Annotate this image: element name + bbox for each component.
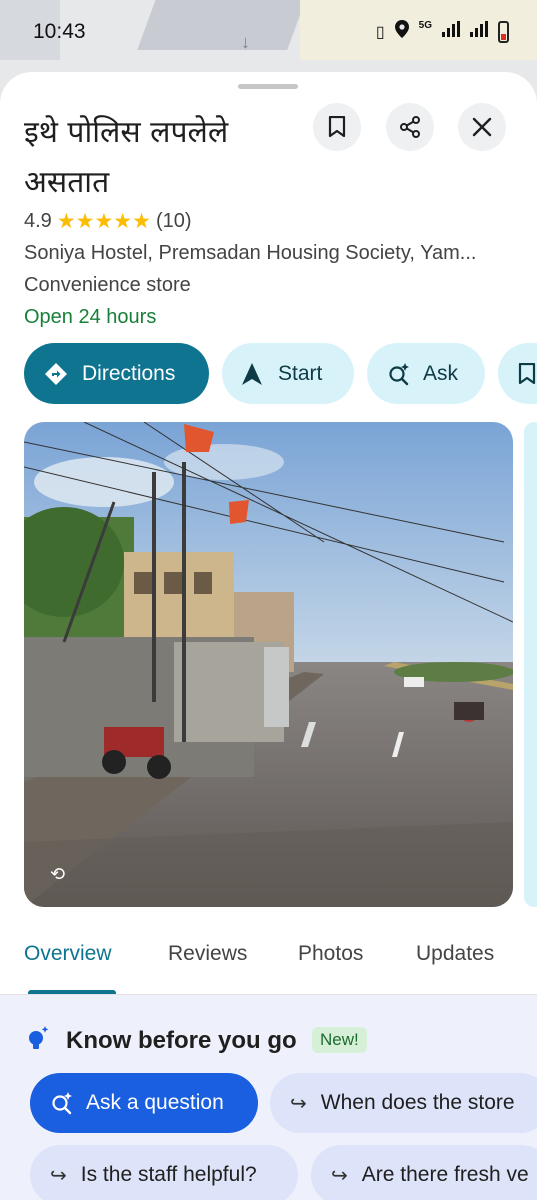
next-photo-peek[interactable] — [524, 422, 537, 907]
bookmark-icon — [518, 362, 536, 384]
save-chip-button[interactable] — [498, 343, 537, 404]
suggested-question-label: Is the staff helpful? — [80, 1163, 257, 1186]
ask-label: Ask — [423, 361, 459, 385]
share-button[interactable] — [386, 103, 434, 151]
close-icon — [472, 117, 492, 137]
rotate-360-icon[interactable]: ⟲ — [50, 864, 65, 885]
action-chips: Directions Start Ask — [24, 343, 537, 404]
know-before-you-go-section: Know before you go New! Ask a question ↪… — [0, 995, 537, 1200]
vibrate-icon: ▯ — [375, 23, 385, 41]
reply-arrow-icon: ↪ — [290, 1092, 307, 1115]
bookmark-icon — [328, 116, 346, 138]
directions-label: Directions — [82, 361, 176, 385]
reply-arrow-icon: ↪ — [50, 1164, 67, 1187]
status-time: 10:43 — [33, 20, 86, 43]
rating-stars: ★★★★★ — [56, 210, 151, 233]
navigation-arrow-icon — [242, 362, 262, 385]
opening-hours[interactable]: Open 24 hours — [24, 306, 156, 329]
suggested-question-chip[interactable]: ↪ Is the staff helpful? — [30, 1145, 298, 1200]
review-count: (10) — [155, 210, 192, 232]
tab-photos[interactable]: Photos — [298, 942, 363, 966]
ask-sparkle-icon — [389, 362, 409, 385]
save-button[interactable] — [313, 103, 361, 151]
start-label: Start — [278, 361, 323, 385]
rating-row[interactable]: 4.9 ★★★★★ (10) — [24, 209, 192, 234]
drag-handle[interactable] — [238, 84, 298, 89]
share-icon — [400, 116, 420, 138]
start-button[interactable]: Start — [222, 343, 354, 404]
reply-arrow-icon: ↪ — [331, 1164, 348, 1187]
ask-button[interactable]: Ask — [367, 343, 485, 404]
directions-button[interactable]: Directions — [24, 343, 209, 404]
place-address[interactable]: Soniya Hostel, Premsadan Housing Society… — [24, 242, 514, 265]
status-bar: 10:43 ▯ 5G — [0, 0, 537, 64]
street-view-photo[interactable]: ⟲ — [24, 422, 513, 907]
status-icons: ▯ 5G — [376, 20, 509, 43]
place-title: इथे पोलिस लपलेले असतात — [24, 115, 229, 200]
ask-question-label: Ask a question — [86, 1091, 224, 1114]
signal-bars-icon — [442, 21, 460, 42]
suggested-question-chip[interactable]: ↪ When does the store — [270, 1073, 537, 1133]
battery-icon — [498, 20, 509, 43]
section-title: Know before you go — [66, 1027, 297, 1054]
tab-updates[interactable]: Updates — [416, 942, 494, 966]
signal-bars-icon — [470, 21, 488, 42]
place-category: Convenience store — [24, 274, 191, 296]
active-tab-indicator — [28, 990, 116, 994]
rating-value: 4.9 — [24, 210, 52, 232]
tab-overview[interactable]: Overview — [24, 942, 112, 966]
lightbulb-sparkle-icon — [29, 1026, 49, 1049]
suggested-question-chip[interactable]: ↪ Are there fresh ve — [311, 1145, 537, 1200]
directions-icon — [45, 362, 67, 385]
tab-reviews[interactable]: Reviews — [168, 942, 247, 966]
suggested-question-label: When does the store — [320, 1091, 515, 1114]
place-sheet: इथे पोलिस लपलेले असतात 4.9 ★★★★★ (10) So… — [0, 72, 537, 1200]
close-button[interactable] — [458, 103, 506, 151]
new-badge: New! — [312, 1027, 367, 1053]
location-icon — [394, 20, 409, 43]
ask-question-button[interactable]: Ask a question — [30, 1073, 258, 1133]
suggested-question-label: Are there fresh ve — [361, 1163, 529, 1186]
tab-bar: Overview Reviews Photos Updates — [0, 928, 537, 995]
signal-5g-icon: 5G — [418, 20, 432, 31]
street-scene-image — [24, 422, 513, 907]
ask-sparkle-icon — [52, 1092, 72, 1115]
